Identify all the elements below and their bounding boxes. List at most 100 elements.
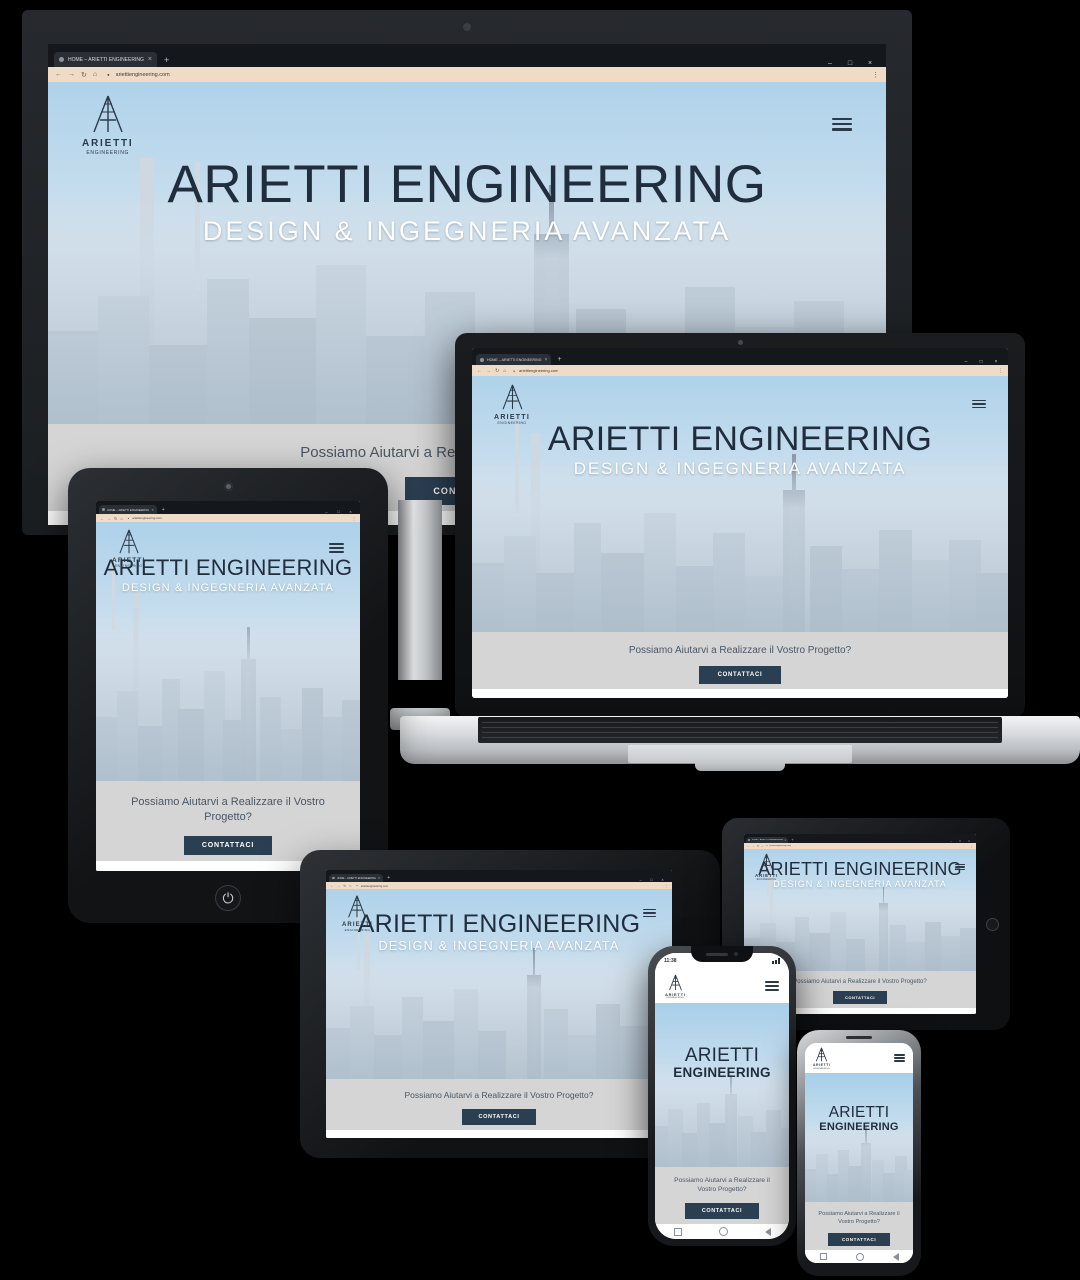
- new-tab-button[interactable]: +: [791, 837, 793, 843]
- tab-close-icon[interactable]: ×: [378, 876, 380, 880]
- window-maximize-button[interactable]: □: [336, 509, 341, 514]
- hamburger-menu-icon[interactable]: [832, 117, 852, 131]
- home-icon[interactable]: ⌂: [93, 71, 97, 78]
- window-minimize-button[interactable]: –: [638, 878, 643, 882]
- back-icon[interactable]: ←: [55, 71, 62, 78]
- window-maximize-button[interactable]: □: [978, 359, 984, 365]
- nav-recents-icon[interactable]: [673, 1227, 682, 1236]
- url-text[interactable]: ariettiengineering.com: [361, 884, 389, 888]
- site-header-phone: ARIETTI ENGINEERING: [655, 969, 789, 1003]
- browser-tab[interactable]: HOME – ARIETTI ENGINEERING ×: [746, 836, 789, 843]
- contact-button[interactable]: CONTATTACI: [183, 836, 273, 855]
- browser-tab[interactable]: HOME – ARIETTI ENGINEERING ×: [54, 52, 157, 67]
- tablet-home-button[interactable]: ⏻: [215, 885, 241, 911]
- nav-back-icon[interactable]: [892, 1252, 899, 1261]
- tab-favicon-icon: [102, 508, 105, 511]
- hamburger-menu-icon[interactable]: [765, 981, 779, 991]
- window-close-button[interactable]: ×: [866, 60, 874, 67]
- logo-tagline: ENGINEERING: [756, 878, 777, 881]
- forward-icon[interactable]: →: [752, 844, 755, 848]
- new-tab-button[interactable]: +: [162, 506, 165, 514]
- browser-menu-icon[interactable]: ⋮: [664, 884, 668, 888]
- new-tab-button[interactable]: +: [557, 355, 561, 365]
- tablet-home-button[interactable]: [986, 917, 999, 931]
- browser-tab[interactable]: HOME – ARIETTI ENGINEERING ×: [99, 505, 157, 514]
- browser-chrome-laptop: HOME – ARIETTI ENGINEERING × + – □ × ← →: [472, 348, 1008, 376]
- browser-url-bar: ← → ↻ ⌂ ● ariettiengineering.com ⋮: [326, 882, 672, 889]
- browser-tab[interactable]: HOME – ARIETTI ENGINEERING ×: [476, 354, 552, 365]
- tab-close-icon[interactable]: ×: [785, 838, 787, 842]
- home-icon[interactable]: ⌂: [762, 844, 764, 848]
- new-tab-button[interactable]: +: [164, 53, 169, 67]
- back-icon[interactable]: ←: [477, 368, 482, 374]
- home-icon[interactable]: ⌂: [349, 884, 351, 888]
- forward-icon[interactable]: →: [337, 884, 341, 888]
- browser-tab[interactable]: HOME – ARIETTI ENGINEERING ×: [329, 874, 384, 882]
- contact-button[interactable]: CONTATTACI: [698, 666, 782, 684]
- reload-icon[interactable]: ↻: [495, 368, 499, 374]
- tab-close-icon[interactable]: ×: [151, 507, 153, 512]
- window-maximize-button[interactable]: □: [958, 839, 962, 843]
- hamburger-menu-icon[interactable]: [643, 908, 656, 918]
- site-logo[interactable]: ARIETTI ENGINEERING: [112, 527, 145, 569]
- window-close-button[interactable]: ×: [348, 509, 353, 514]
- tab-close-icon[interactable]: ×: [545, 357, 548, 363]
- contact-button[interactable]: CONTATTACI: [462, 1109, 536, 1125]
- window-close-button[interactable]: ×: [993, 359, 999, 365]
- back-icon[interactable]: ←: [747, 844, 750, 848]
- browser-menu-icon[interactable]: ⋮: [970, 844, 973, 848]
- new-tab-button[interactable]: +: [387, 874, 390, 882]
- home-icon[interactable]: ⌂: [503, 368, 506, 374]
- hero-title-line1: ARIETTI: [828, 1104, 890, 1122]
- window-maximize-button[interactable]: □: [649, 878, 654, 882]
- contact-button[interactable]: CONTATTACI: [827, 1233, 891, 1246]
- url-text[interactable]: ariettiengineering.com: [132, 516, 162, 520]
- hamburger-menu-icon[interactable]: [955, 863, 965, 871]
- contact-button[interactable]: CONTATTACI: [833, 991, 887, 1004]
- browser-menu-icon[interactable]: ⋮: [998, 368, 1003, 374]
- site-logo[interactable]: ARIETTI ENGINEERING: [82, 92, 134, 157]
- site-logo[interactable]: ARIETTI ENGINEERING: [665, 973, 686, 999]
- url-text[interactable]: ariettiengineering.com: [519, 368, 558, 373]
- window-close-button[interactable]: ×: [967, 839, 971, 843]
- site-logo[interactable]: ARIETTI ENGINEERING: [494, 382, 530, 426]
- window-minimize-button[interactable]: –: [826, 60, 834, 67]
- site-header-tablet: ARIETTI ENGINEERING: [96, 520, 360, 576]
- url-text[interactable]: ariettiengineering.com: [116, 72, 170, 78]
- reload-icon[interactable]: ↻: [757, 844, 760, 848]
- site-logo[interactable]: ARIETTI ENGINEERING: [813, 1046, 830, 1070]
- lock-icon: ●: [513, 368, 516, 373]
- tab-close-icon[interactable]: ×: [148, 56, 152, 63]
- browser-menu-icon[interactable]: ⋮: [352, 516, 356, 521]
- home-icon[interactable]: ⌂: [120, 516, 122, 521]
- window-minimize-button[interactable]: –: [963, 359, 969, 365]
- hamburger-menu-icon[interactable]: [894, 1054, 905, 1062]
- forward-icon[interactable]: →: [68, 71, 75, 78]
- nav-home-icon[interactable]: [718, 1227, 728, 1236]
- window-close-button[interactable]: ×: [660, 878, 665, 882]
- forward-icon[interactable]: →: [107, 516, 111, 521]
- site-logo[interactable]: ARIETTI ENGINEERING: [342, 893, 373, 932]
- hamburger-menu-icon[interactable]: [972, 399, 986, 409]
- back-icon[interactable]: ←: [100, 516, 104, 521]
- hamburger-menu-icon[interactable]: [329, 543, 344, 553]
- nav-back-icon[interactable]: [764, 1227, 771, 1236]
- nav-recents-icon[interactable]: [819, 1253, 827, 1260]
- back-icon[interactable]: ←: [330, 884, 334, 888]
- window-minimize-button[interactable]: –: [949, 839, 953, 843]
- reload-icon[interactable]: ↻: [81, 71, 87, 79]
- contact-button[interactable]: CONTATTACI: [684, 1203, 760, 1219]
- nav-home-icon[interactable]: [855, 1252, 864, 1261]
- window-minimize-button[interactable]: –: [324, 509, 329, 514]
- forward-icon[interactable]: →: [486, 368, 491, 374]
- site-logo[interactable]: ARIETTI ENGINEERING: [755, 852, 778, 881]
- front-camera-icon: [734, 952, 738, 956]
- reload-icon[interactable]: ↻: [343, 884, 346, 888]
- logo-monogram-icon: [816, 1047, 828, 1062]
- website-phone-notch: 11:38 ARIETTI ENGINEERING ARIETTI ENGINE…: [655, 953, 789, 1239]
- site-header-tablet-landscape: ARIETTI ENGINEERING: [326, 887, 672, 939]
- window-maximize-button[interactable]: □: [846, 60, 854, 67]
- reload-icon[interactable]: ↻: [114, 516, 117, 521]
- url-text[interactable]: ariettiengineering.com: [769, 845, 791, 847]
- browser-menu-icon[interactable]: ⋮: [872, 71, 879, 79]
